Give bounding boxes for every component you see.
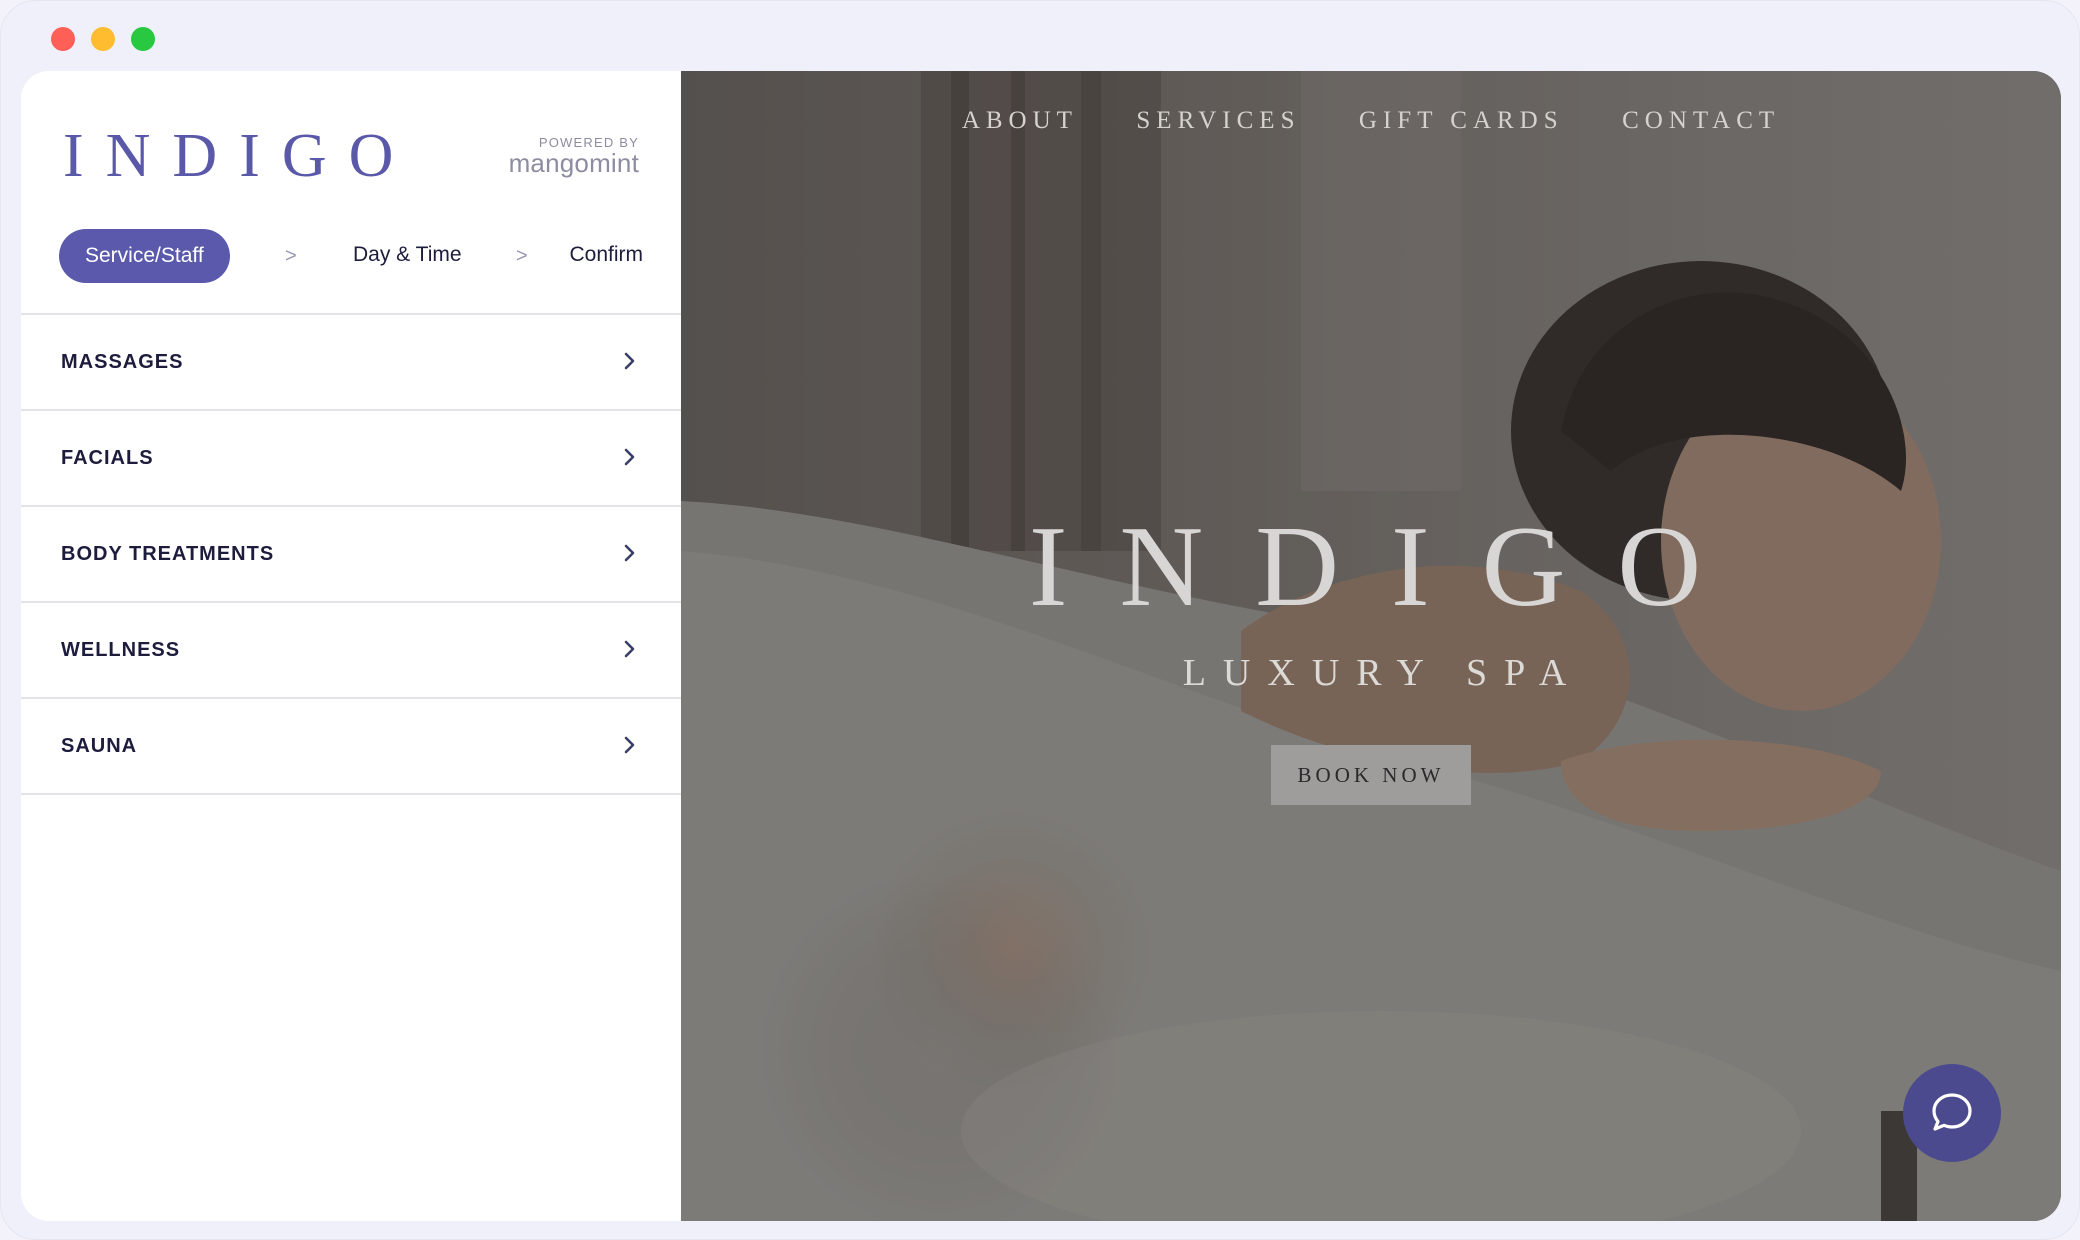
- category-label: SAUNA: [61, 735, 138, 757]
- hero-title: INDIGO: [1028, 503, 1754, 631]
- booking-panel: INDIGO POWERED BY mangomint Service/Staf…: [21, 71, 681, 1221]
- book-now-button[interactable]: BOOK NOW: [1271, 745, 1471, 805]
- hero-spa-photo: [681, 71, 2061, 1221]
- maximize-window-button[interactable]: [131, 27, 155, 51]
- chat-button[interactable]: [1903, 1064, 2001, 1162]
- nav-link-contact[interactable]: CONTACT: [1622, 107, 1780, 135]
- browser-window: INDIGO POWERED BY mangomint Service/Staf…: [0, 0, 2080, 1240]
- close-window-button[interactable]: [51, 27, 75, 51]
- chevron-right-icon: [624, 544, 635, 562]
- category-sauna[interactable]: SAUNA: [21, 699, 681, 795]
- category-label: MASSAGES: [61, 351, 184, 373]
- minimize-window-button[interactable]: [91, 27, 115, 51]
- hero-section: ABOUT SERVICES GIFT CARDS CONTACT INDIGO…: [681, 71, 2061, 1221]
- mangomint-logo: mangomint: [508, 148, 639, 178]
- step-separator: >: [285, 245, 297, 267]
- category-label: FACIALS: [61, 447, 154, 469]
- hero-subtitle: LUXURY SPA: [1182, 652, 1584, 694]
- indigo-logo: INDIGO: [63, 122, 416, 190]
- step-confirm[interactable]: Confirm: [569, 243, 643, 267]
- chevron-right-icon: [624, 352, 635, 370]
- chevron-right-icon: [624, 448, 635, 466]
- category-facials[interactable]: FACIALS: [21, 411, 681, 507]
- powered-by[interactable]: POWERED BY mangomint: [509, 135, 639, 179]
- nav-link-gift-cards[interactable]: GIFT CARDS: [1359, 107, 1564, 135]
- category-label: WELLNESS: [61, 639, 181, 661]
- category-massages[interactable]: MASSAGES: [21, 315, 681, 411]
- service-category-list: MASSAGES FACIALS BODY TREATMENTS WELLNES…: [21, 313, 681, 795]
- page-content: INDIGO POWERED BY mangomint Service/Staf…: [21, 71, 2061, 1221]
- step-service-staff[interactable]: Service/Staff: [59, 229, 230, 283]
- booking-steps: Service/Staff > Day & Time > Confirm: [59, 229, 643, 285]
- chat-bubble-icon: [1932, 1093, 1972, 1131]
- step-separator: >: [516, 245, 528, 267]
- window-controls: [51, 27, 155, 51]
- category-label: BODY TREATMENTS: [61, 543, 275, 565]
- category-body-treatments[interactable]: BODY TREATMENTS: [21, 507, 681, 603]
- nav-link-services[interactable]: SERVICES: [1136, 107, 1300, 135]
- booking-header: INDIGO POWERED BY mangomint: [21, 71, 681, 221]
- nav-link-about[interactable]: ABOUT: [962, 107, 1078, 135]
- chevron-right-icon: [624, 736, 635, 754]
- step-day-time[interactable]: Day & Time: [353, 243, 462, 267]
- category-wellness[interactable]: WELLNESS: [21, 603, 681, 699]
- hero-nav: ABOUT SERVICES GIFT CARDS CONTACT: [681, 107, 2061, 135]
- chevron-right-icon: [624, 640, 635, 658]
